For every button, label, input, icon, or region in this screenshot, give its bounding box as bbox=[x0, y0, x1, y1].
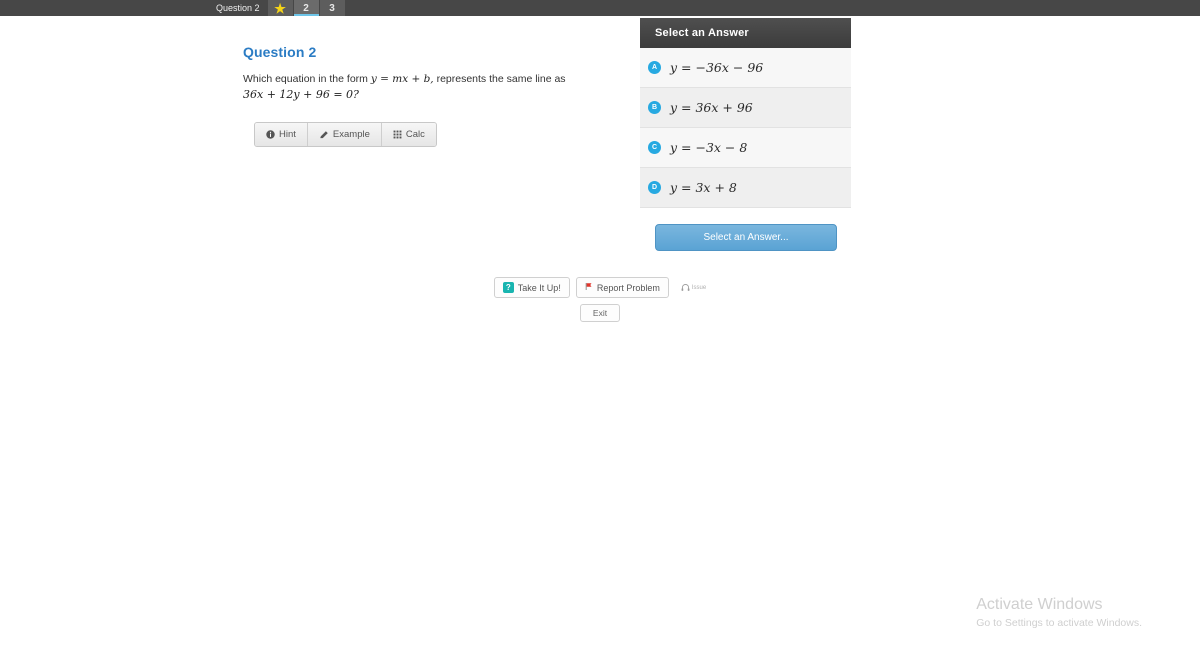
example-button-label: Example bbox=[332, 129, 370, 140]
pencil-icon bbox=[319, 130, 329, 140]
bottom-toolbar: ? Take It Up! Report Problem Issue Exit bbox=[0, 277, 1200, 322]
take-it-up-button[interactable]: ? Take It Up! bbox=[493, 277, 570, 298]
tab-question-3[interactable]: 3 bbox=[319, 0, 346, 16]
answer-option-c[interactable]: C y = −3x − 8 bbox=[640, 128, 851, 168]
calc-button[interactable]: Calc bbox=[381, 123, 436, 146]
question-tabs: ★ 2 3 bbox=[267, 0, 346, 16]
question-mark-icon: ? bbox=[502, 282, 514, 293]
hint-button-label: Hint bbox=[279, 129, 296, 140]
answer-badge-b: B bbox=[648, 101, 661, 114]
report-problem-button[interactable]: Report Problem bbox=[575, 277, 669, 298]
watermark-title: Activate Windows bbox=[976, 596, 1103, 613]
top-navigation-bar: Question 2 ★ 2 3 bbox=[0, 0, 1200, 16]
grid-icon bbox=[393, 130, 402, 139]
watermark-subtitle: Go to Settings to activate Windows. bbox=[976, 617, 1142, 629]
question-prompt: Which equation in the form y = mx + b, r… bbox=[243, 72, 633, 103]
tab-question-2[interactable]: 2 bbox=[293, 0, 320, 16]
activate-windows-watermark: Activate Windows Go to Settings to activ… bbox=[976, 595, 1142, 631]
exit-button[interactable]: Exit bbox=[579, 304, 621, 322]
answer-text-c: y = −3x − 8 bbox=[670, 140, 748, 155]
example-button[interactable]: Example bbox=[307, 123, 382, 146]
report-problem-label: Report Problem bbox=[596, 282, 660, 293]
answer-badge-c: C bbox=[648, 141, 661, 154]
question-tools-toolbar: Hint Example Calc bbox=[254, 122, 437, 147]
answer-option-a[interactable]: A y = −36x − 96 bbox=[640, 48, 851, 88]
question-prompt-text-1: Which equation in the form bbox=[243, 73, 371, 85]
answer-badge-a: A bbox=[648, 61, 661, 74]
question-container: Question 2 Which equation in the form y … bbox=[243, 44, 633, 103]
answer-badge-d: D bbox=[648, 181, 661, 194]
page-title: Question 2 bbox=[243, 44, 317, 60]
question-inline-math: y = mx + b, bbox=[370, 73, 434, 85]
star-icon: ★ bbox=[274, 0, 286, 16]
info-icon bbox=[266, 130, 275, 139]
answer-option-b[interactable]: B y = 36x + 96 bbox=[640, 88, 851, 128]
answer-option-d[interactable]: D y = 3x + 8 bbox=[640, 168, 851, 208]
answer-text-d: y = 3x + 8 bbox=[670, 180, 737, 195]
headphones-icon bbox=[681, 279, 690, 297]
bottom-toolbar-row: ? Take It Up! Report Problem Issue bbox=[493, 277, 706, 298]
take-it-up-label: Take It Up! bbox=[517, 282, 561, 293]
tab-star[interactable]: ★ bbox=[267, 0, 294, 16]
answer-panel-header: Select an Answer bbox=[640, 18, 851, 48]
topbar-question-title: Question 2 bbox=[216, 3, 260, 13]
question-block-math: 36x + 12y + 96 = 0? bbox=[243, 88, 359, 101]
flag-icon bbox=[585, 282, 593, 293]
audio-label: Issue bbox=[691, 284, 707, 291]
hint-button[interactable]: Hint bbox=[255, 123, 308, 146]
calc-button-label: Calc bbox=[405, 129, 425, 140]
answer-text-a: y = −36x − 96 bbox=[670, 60, 764, 75]
answer-text-b: y = 36x + 96 bbox=[670, 100, 753, 115]
answer-options-list: A y = −36x − 96 B y = 36x + 96 C y = −3x… bbox=[640, 48, 851, 208]
audio-control[interactable]: Issue bbox=[681, 279, 706, 297]
submit-answer-button[interactable]: Select an Answer... bbox=[655, 224, 837, 251]
answer-panel: Select an Answer A y = −36x − 96 B y = 3… bbox=[640, 18, 851, 251]
question-prompt-text-2: represents the same line as bbox=[433, 73, 566, 85]
